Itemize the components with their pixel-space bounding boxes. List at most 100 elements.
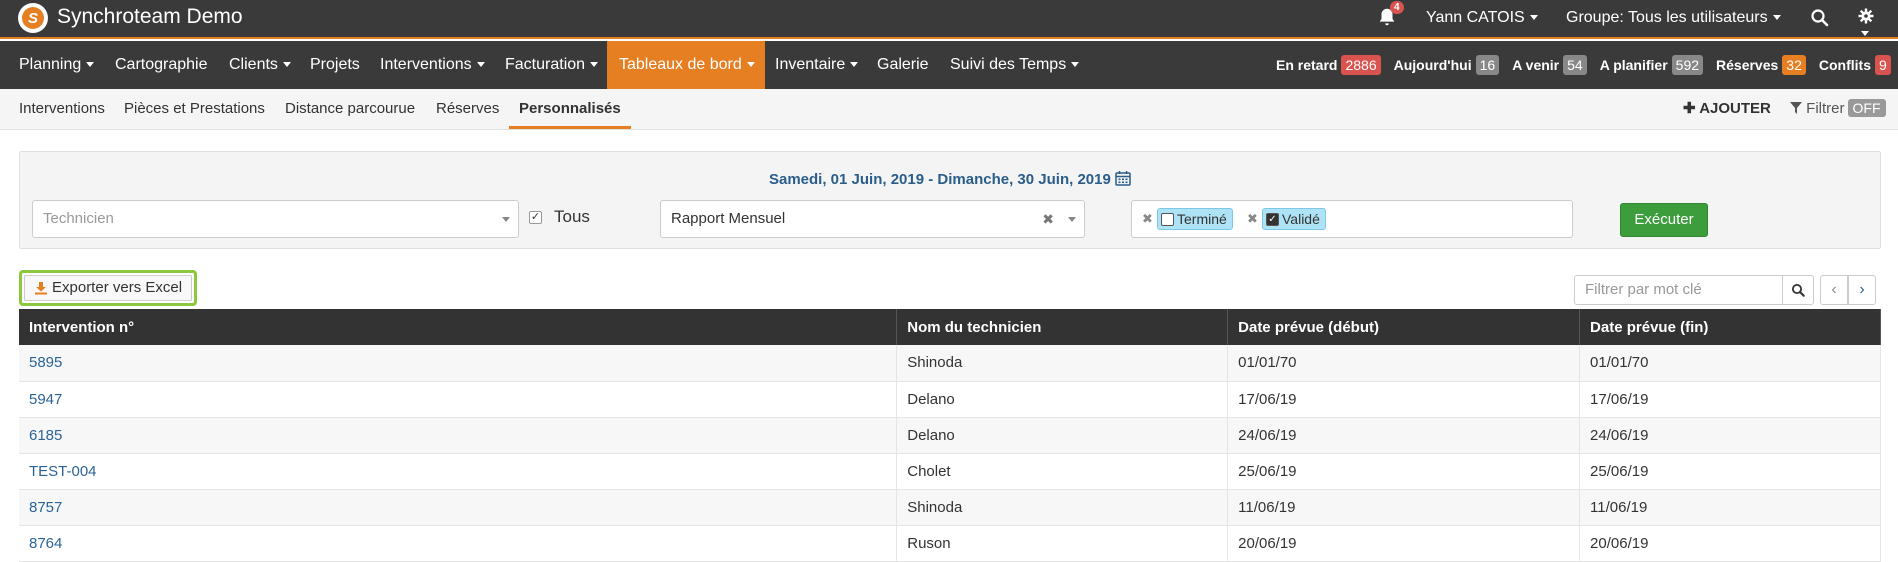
status-tag-termine[interactable]: Terminé: [1157, 208, 1233, 230]
tab-reserves[interactable]: Réserves: [436, 89, 499, 129]
tab-distance-parcourue[interactable]: Distance parcourue: [285, 89, 415, 129]
chevron-down-icon: [1071, 62, 1080, 68]
nav-label: Suivi des Temps: [950, 56, 1067, 73]
all-technicians-label: Tous: [554, 207, 590, 226]
intervention-link[interactable]: 8764: [19, 525, 898, 562]
search-button[interactable]: [1782, 275, 1814, 305]
counter-label: A planifier: [1599, 57, 1668, 73]
counter-badge: 2886: [1341, 55, 1381, 75]
report-select[interactable]: Rapport Mensuel ✖: [660, 200, 1085, 238]
start-date-cell: 17/06/19: [1227, 381, 1581, 418]
technician-cell: Cholet: [896, 453, 1229, 490]
nav-label: Tableaux de bord: [619, 56, 742, 73]
nav-label: Planning: [19, 56, 82, 73]
chevron-down-icon: [1772, 15, 1781, 21]
main-nav: Planning Cartographie Clients Projets In…: [0, 41, 1898, 89]
nav-facturation[interactable]: Facturation: [505, 41, 599, 89]
settings-menu[interactable]: [1858, 7, 1880, 37]
counter-en-retard[interactable]: En retard 2886: [1276, 55, 1381, 75]
filter-state-badge: OFF: [1847, 99, 1886, 117]
counter-conflits[interactable]: Conflits 9: [1819, 55, 1891, 75]
technician-select[interactable]: Technicien: [32, 200, 519, 238]
start-date-cell: 24/06/19: [1227, 417, 1581, 454]
counter-badge: 592: [1671, 55, 1704, 75]
intervention-link[interactable]: 6185: [19, 417, 898, 454]
add-label: AJOUTER: [1699, 100, 1771, 117]
chevron-down-icon: [282, 62, 291, 68]
date-range-picker[interactable]: Samedi, 01 Juin, 2019 - Dimanche, 30 Jui…: [20, 170, 1880, 188]
intervention-link[interactable]: 8757: [19, 489, 898, 526]
counter-badge: 54: [1563, 55, 1587, 75]
counter-aujourdhui[interactable]: Aujourd'hui 16: [1394, 55, 1500, 75]
nav-galerie[interactable]: Galerie: [877, 41, 929, 89]
end-date-cell: 17/06/19: [1579, 381, 1881, 418]
column-header[interactable]: Intervention n°: [19, 309, 898, 345]
column-header[interactable]: Date prévue (début): [1227, 309, 1581, 345]
filter-icon: [1790, 102, 1802, 114]
counter-reserves[interactable]: Réserves 32: [1716, 55, 1806, 75]
results-table: Intervention n° Nom du technicien Date p…: [19, 309, 1881, 562]
nav-cartographie[interactable]: Cartographie: [115, 41, 208, 89]
nav-projets[interactable]: Projets: [310, 41, 360, 89]
intervention-link[interactable]: TEST-004: [19, 453, 898, 490]
sub-nav: Interventions Pièces et Prestations Dist…: [0, 89, 1898, 130]
chevron-left-icon: ‹: [1831, 281, 1837, 298]
chevron-down-icon: [746, 62, 755, 68]
end-date-cell: 11/06/19: [1579, 489, 1881, 526]
counter-badge: 16: [1475, 55, 1500, 75]
technician-placeholder: Technicien: [43, 210, 114, 227]
start-date-cell: 01/01/70: [1227, 345, 1581, 382]
counter-label: Conflits: [1818, 57, 1871, 73]
user-menu[interactable]: Yann CATOIS: [1426, 9, 1538, 27]
execute-button[interactable]: Exécuter: [1620, 203, 1708, 237]
group-menu[interactable]: Groupe: Tous les utilisateurs: [1566, 9, 1781, 27]
counter-a-venir[interactable]: A venir 54: [1512, 55, 1587, 75]
counter-a-planifier[interactable]: A planifier 592: [1599, 55, 1704, 75]
table-row: TEST-004 Cholet 25/06/19 25/06/19: [19, 453, 1881, 490]
clear-icon[interactable]: ✖: [1042, 201, 1054, 237]
export-excel-button[interactable]: Exporter vers Excel: [24, 275, 193, 301]
report-filter-panel: Samedi, 01 Juin, 2019 - Dimanche, 30 Jui…: [19, 151, 1881, 249]
chevron-down-icon: [1861, 31, 1869, 37]
chevron-down-icon: [502, 217, 510, 222]
all-technicians-checkbox[interactable]: ✓: [529, 211, 542, 224]
intervention-link[interactable]: 5947: [19, 381, 898, 418]
status-tag-valide[interactable]: ✓ Validé: [1262, 208, 1326, 230]
nav-inventaire[interactable]: Inventaire: [775, 41, 859, 89]
filter-toggle[interactable]: Filtrer OFF: [1790, 99, 1886, 117]
tab-personnalises[interactable]: Personnalisés: [509, 89, 631, 129]
nav-clients[interactable]: Clients: [229, 41, 291, 89]
nav-planning[interactable]: Planning: [19, 41, 95, 89]
app-logo[interactable]: S: [18, 3, 48, 33]
column-header[interactable]: Nom du technicien: [896, 309, 1229, 345]
search-icon[interactable]: [1810, 8, 1830, 28]
nav-tableaux-de-bord[interactable]: Tableaux de bord: [607, 41, 765, 89]
tab-pieces-et-prestations[interactable]: Pièces et Prestations: [124, 89, 265, 129]
table-row: 8757 Shinoda 11/06/19 11/06/19: [19, 489, 1881, 526]
table-row: 6185 Delano 24/06/19 24/06/19: [19, 417, 1881, 454]
nav-suivi-des-temps[interactable]: Suivi des Temps: [950, 41, 1080, 89]
add-button[interactable]: ✚ AJOUTER: [1683, 99, 1771, 117]
app-title[interactable]: Synchroteam Demo: [57, 5, 243, 29]
gear-icon: [1858, 8, 1874, 24]
filter-label: Filtrer: [1806, 100, 1845, 117]
keyword-search-input[interactable]: Filtrer par mot clé: [1574, 275, 1784, 305]
intervention-link[interactable]: 5895: [19, 345, 898, 382]
nav-interventions[interactable]: Interventions: [380, 41, 485, 89]
tag-label: Validé: [1282, 211, 1320, 227]
chevron-down-icon: [590, 62, 599, 68]
next-page-button[interactable]: ›: [1848, 275, 1876, 305]
remove-tag-icon[interactable]: ✖: [1142, 208, 1153, 230]
previous-page-button[interactable]: ‹: [1820, 275, 1848, 305]
date-range-text: Samedi, 01 Juin, 2019 - Dimanche, 30 Jui…: [768, 171, 1111, 188]
column-header[interactable]: Date prévue (fin): [1579, 309, 1881, 345]
counter-label: Aujourd'hui: [1393, 57, 1472, 73]
end-date-cell: 01/01/70: [1579, 345, 1881, 382]
user-name: Yann CATOIS: [1426, 9, 1525, 26]
technician-cell: Delano: [896, 381, 1229, 418]
technician-cell: Shinoda: [896, 345, 1229, 382]
remove-tag-icon[interactable]: ✖: [1247, 208, 1258, 230]
tab-interventions[interactable]: Interventions: [19, 89, 105, 129]
counter-label: En retard: [1276, 57, 1338, 73]
calendar-icon: [1115, 171, 1131, 186]
